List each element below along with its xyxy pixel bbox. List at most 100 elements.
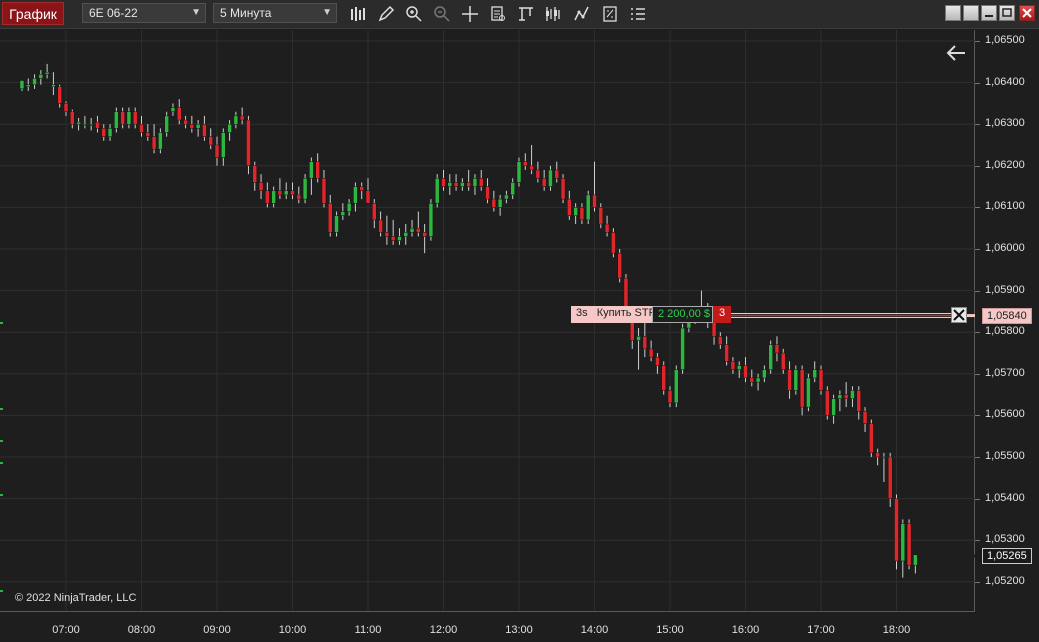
time-tick-label: 18:00: [882, 624, 911, 636]
maximize-button[interactable]: [999, 5, 1015, 21]
candle-body: [648, 348, 654, 358]
candle-body: [510, 182, 515, 196]
time-tick-label: 13:00: [505, 624, 533, 636]
strategies-icon[interactable]: [571, 3, 593, 25]
candle-body: [44, 71, 50, 75]
chevron-down-icon: ▼: [322, 7, 332, 18]
candle-body: [755, 377, 761, 383]
price-chart-panel[interactable]: [0, 30, 975, 611]
candle-body: [252, 165, 257, 183]
cancel-order-button[interactable]: [951, 307, 967, 323]
price-tick-label: 1,05300: [985, 533, 1025, 546]
interval-value: 5 Минута: [220, 6, 272, 20]
price-tick-mark: [975, 373, 980, 375]
price-tick-label: 1,05200: [985, 574, 1025, 587]
candle-body: [843, 394, 849, 400]
candle-body: [120, 111, 125, 125]
price-tick-label: 1,06200: [985, 158, 1025, 171]
candle-body: [353, 186, 358, 204]
candle-body: [441, 178, 446, 187]
candle-body: [850, 390, 855, 400]
candle-body: [51, 84, 56, 88]
candle-body: [170, 107, 176, 112]
price-tick-mark: [975, 457, 980, 458]
order-label[interactable]: 3s Купить STP: [571, 306, 656, 323]
time-tick-label: 07:00: [52, 624, 80, 636]
candle-body: [906, 523, 912, 566]
candle-body: [881, 456, 887, 459]
candle-body: [32, 78, 37, 85]
candle-body: [428, 202, 434, 237]
indicators-icon[interactable]: [543, 3, 565, 25]
order-quantity[interactable]: 3: [713, 306, 731, 323]
price-tick-label: 1,06100: [985, 200, 1025, 213]
candle-body: [258, 182, 264, 192]
candle-body: [233, 115, 239, 125]
candle-body: [724, 344, 729, 362]
chart-toolbar: График 6E 06-22 ▼ 5 Минута ▼: [0, 0, 1039, 29]
candle-body: [321, 178, 327, 204]
price-tick-label: 1,05500: [985, 450, 1025, 462]
candle-body: [227, 123, 232, 133]
zoom-out-icon[interactable]: [431, 3, 453, 25]
candle-body: [422, 232, 427, 237]
instrument-selector[interactable]: 6E 06-22 ▼: [82, 3, 206, 23]
candle-body: [403, 232, 408, 237]
candle-body: [793, 369, 799, 391]
time-tick-label: 14:00: [580, 624, 609, 636]
candle-body: [479, 178, 484, 187]
price-tick-label: 1,06400: [985, 75, 1025, 88]
price-tick-mark: [975, 540, 980, 542]
close-button[interactable]: [1019, 5, 1035, 21]
time-tick-label: 16:00: [731, 624, 760, 636]
instrument-value: 6E 06-22: [89, 6, 138, 20]
window-gray-button[interactable]: [945, 5, 961, 21]
zoom-in-icon[interactable]: [403, 3, 425, 25]
order-pnl: 2 200,00 $: [652, 306, 713, 323]
drawing-tools-icon[interactable]: [515, 3, 537, 25]
candle-body: [283, 190, 289, 196]
pencil-icon[interactable]: [375, 3, 397, 25]
bars-icon[interactable]: [347, 3, 369, 25]
candle-body: [913, 554, 918, 566]
candle-body: [309, 161, 314, 179]
time-tick-label: 17:00: [807, 624, 835, 636]
candle-body: [296, 194, 302, 200]
candle-body: [611, 232, 616, 254]
candle-body: [114, 111, 119, 129]
candle-body: [76, 121, 81, 125]
candle-body: [768, 344, 773, 370]
candle-body: [139, 123, 144, 133]
candle-body: [466, 182, 471, 187]
crosshair-icon[interactable]: [459, 3, 481, 25]
time-tick-label: 15:00: [656, 624, 684, 636]
left-edge-markers: [0, 30, 3, 611]
candle-body: [837, 394, 843, 400]
candle-body: [95, 121, 100, 129]
templates-icon[interactable]: [599, 3, 621, 25]
candle-body: [177, 107, 182, 121]
minimize-icon: [985, 15, 993, 17]
candle-body: [787, 369, 792, 391]
candle-body: [101, 128, 106, 137]
candle-body: [63, 103, 69, 112]
time-tick-label: 08:00: [127, 624, 156, 636]
time-tick-label: 12:00: [429, 624, 458, 636]
chart-tab-title[interactable]: График: [2, 2, 64, 25]
candle-body: [598, 207, 604, 225]
candle-body: [667, 390, 673, 404]
candle-body: [617, 252, 622, 279]
data-box-icon[interactable]: [487, 3, 509, 25]
candle-body: [57, 86, 62, 104]
back-arrow-icon[interactable]: [944, 42, 968, 64]
minimize-button[interactable]: [981, 5, 997, 21]
candle-body: [674, 369, 679, 404]
candle-body: [460, 182, 465, 187]
order-tif: 3s: [576, 307, 588, 319]
price-tick-label: 1,05800: [985, 325, 1025, 338]
interval-selector[interactable]: 5 Минута ▼: [213, 3, 337, 23]
price-tick-label: 1,06500: [985, 34, 1025, 46]
properties-icon[interactable]: [627, 3, 649, 25]
window-gray-button-2[interactable]: [963, 5, 979, 21]
candle-body: [875, 452, 880, 458]
